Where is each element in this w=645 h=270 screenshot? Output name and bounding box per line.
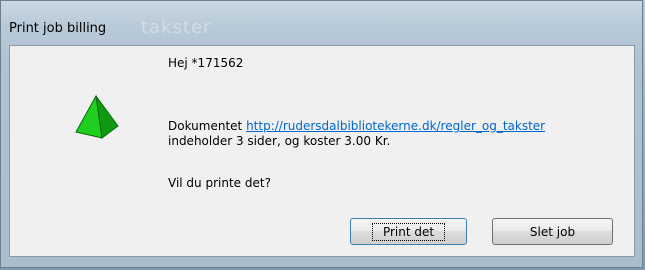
green-pyramid-icon (75, 94, 119, 139)
window-title: Print job billing (9, 21, 107, 36)
document-link[interactable]: http://rudersdalbibliotekerne.dk/regler_… (246, 119, 545, 133)
document-prefix: Dokumentet (168, 119, 247, 133)
dialog-window: Print job billing takster Hej *171562 Do… (0, 0, 643, 268)
greeting-text: Hej *171562 (168, 56, 244, 70)
dialog-body: Hej *171562 Dokumentet http://rudersdalb… (9, 45, 635, 257)
document-info: Dokumentet http://rudersdalbibliotekerne… (168, 119, 545, 149)
print-button[interactable]: Print det (350, 218, 467, 245)
delete-job-button[interactable]: Slet job (492, 218, 613, 245)
print-question: Vil du printe det? (168, 176, 271, 190)
document-details: indeholder 3 sider, og koster 3.00 Kr. (168, 134, 391, 148)
background-ghost-text: takster (141, 17, 212, 38)
title-bar[interactable]: Print job billing takster (1, 1, 644, 38)
print-button-label: Print det (371, 222, 446, 241)
